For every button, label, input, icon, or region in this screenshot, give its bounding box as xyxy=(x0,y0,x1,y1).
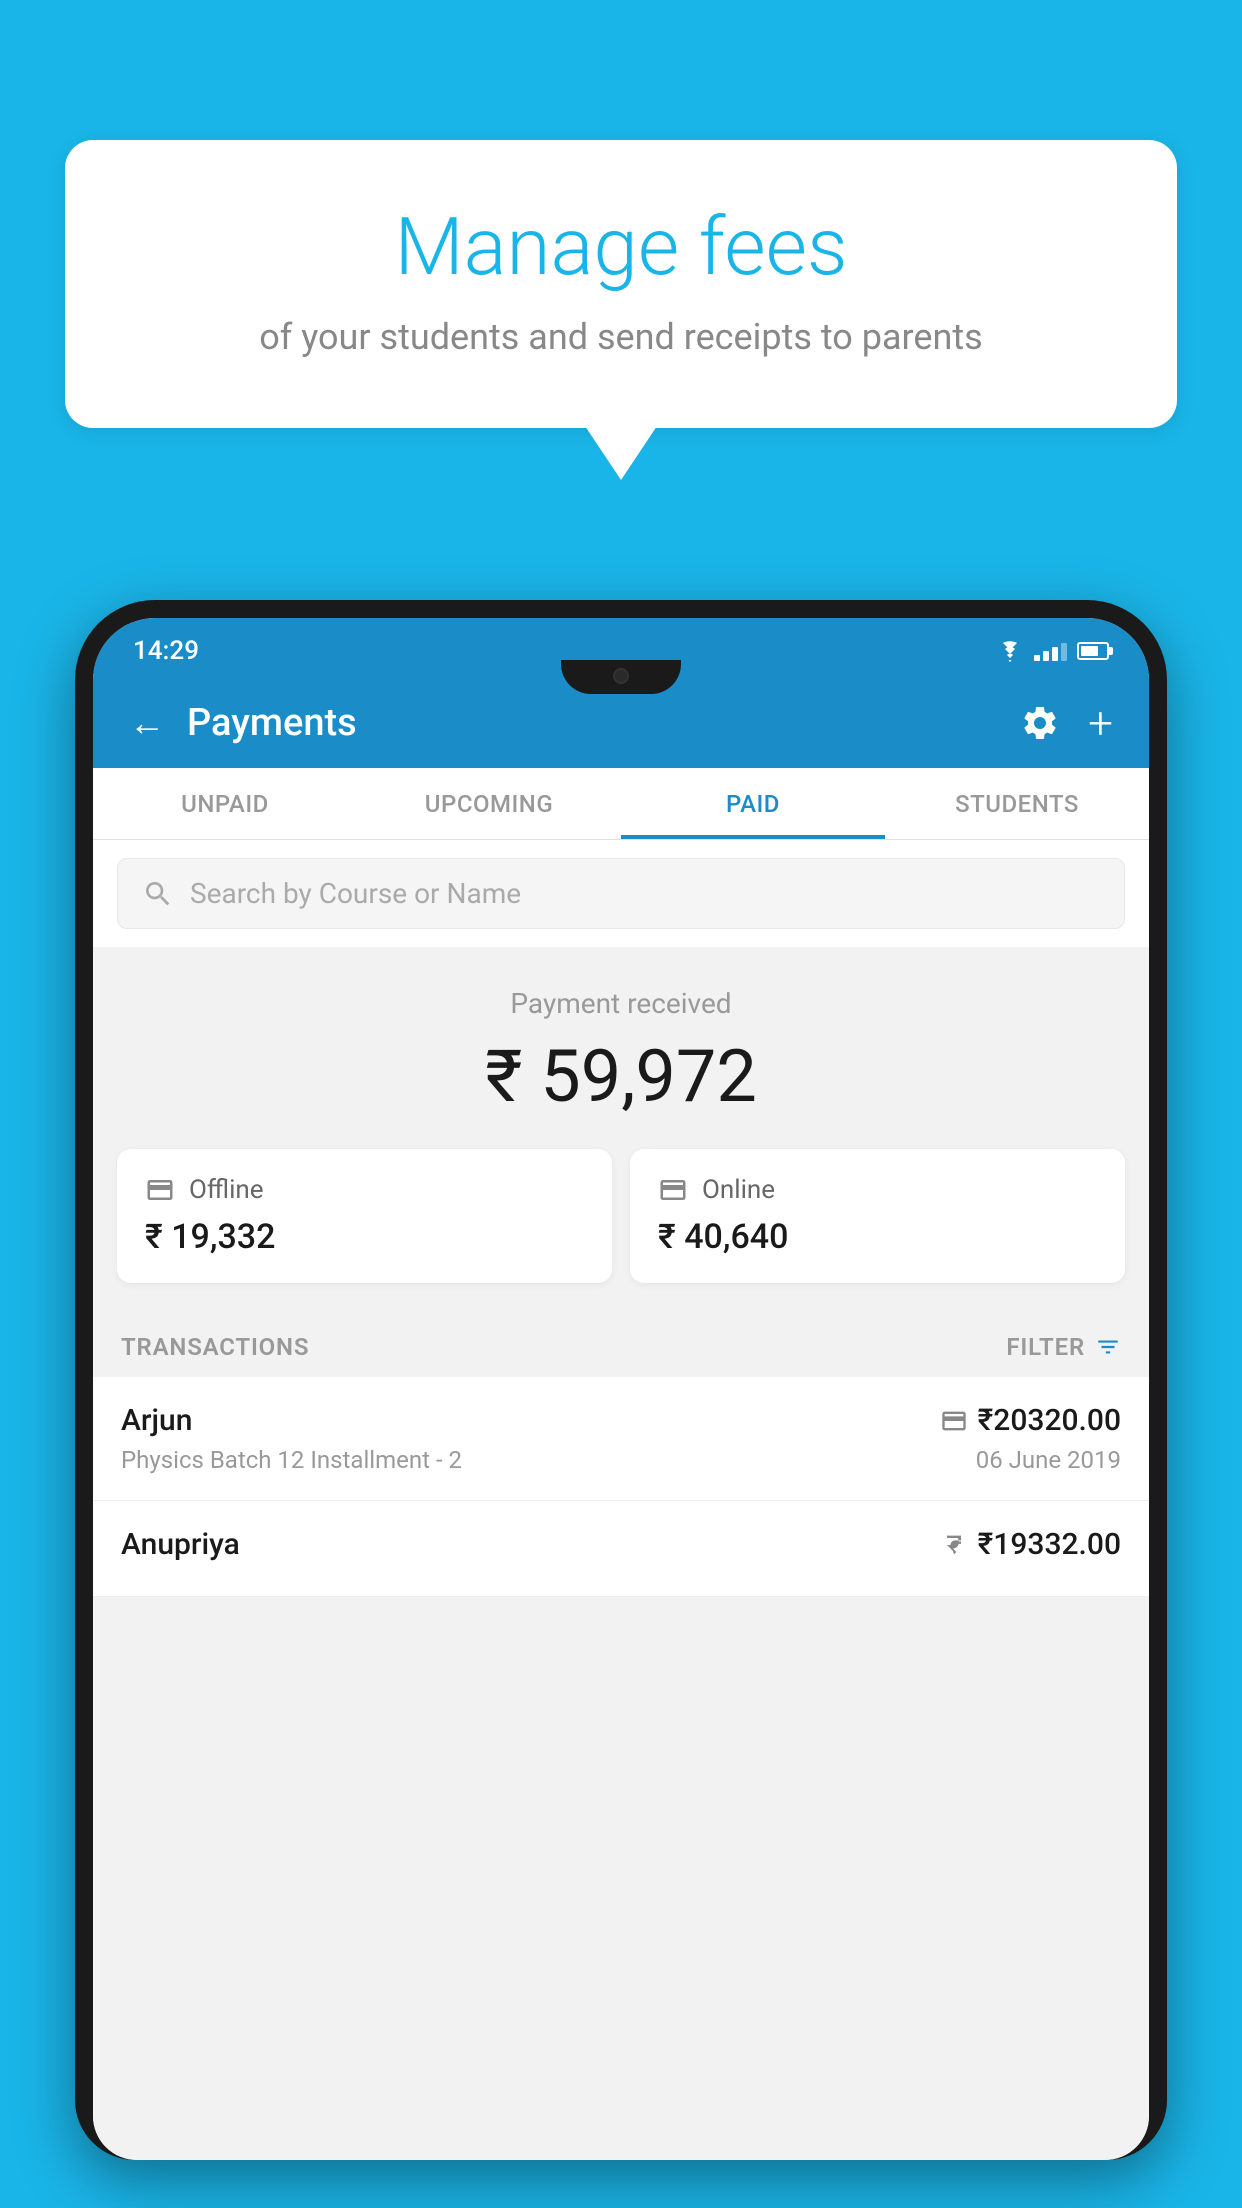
tab-bar: UNPAID UPCOMING PAID STUDENTS xyxy=(93,768,1149,840)
tab-students[interactable]: STUDENTS xyxy=(885,768,1149,839)
payment-amount: ₹ 59,972 xyxy=(93,1034,1149,1119)
transaction-top: Anupriya ₹19332.00 xyxy=(121,1527,1121,1562)
transaction-amount-container: ₹20320.00 xyxy=(940,1403,1121,1438)
online-card-header: Online xyxy=(658,1175,1097,1205)
transaction-amount: ₹19332.00 xyxy=(978,1527,1121,1562)
speech-bubble-subtitle: of your students and send receipts to pa… xyxy=(145,316,1097,358)
offline-icon xyxy=(145,1175,175,1205)
status-icons xyxy=(996,640,1109,662)
filter-icon xyxy=(1095,1334,1121,1360)
transaction-top: Arjun ₹20320.00 xyxy=(121,1403,1121,1438)
offline-amount: ₹ 19,332 xyxy=(145,1217,584,1257)
transaction-amount: ₹20320.00 xyxy=(978,1403,1121,1438)
header-title: Payments xyxy=(187,701,357,745)
header-right: + xyxy=(1020,697,1113,749)
header-left: ← Payments xyxy=(129,701,357,745)
search-bar[interactable]: Search by Course or Name xyxy=(117,858,1125,929)
content-area: Search by Course or Name Payment receive… xyxy=(93,840,1149,2160)
tab-unpaid[interactable]: UNPAID xyxy=(93,768,357,839)
transaction-type-icon xyxy=(940,1531,968,1559)
phone-frame: 14:29 xyxy=(75,600,1167,2160)
filter-container[interactable]: FILTER xyxy=(1006,1333,1121,1361)
phone-container: 14:29 xyxy=(75,600,1167,2208)
online-icon xyxy=(658,1175,688,1205)
battery-icon xyxy=(1077,642,1109,660)
offline-payment-card: Offline ₹ 19,332 xyxy=(117,1149,612,1283)
transactions-label: TRANSACTIONS xyxy=(121,1333,309,1361)
transaction-bottom: Physics Batch 12 Installment - 2 06 June… xyxy=(121,1446,1121,1474)
speech-bubble-container: Manage fees of your students and send re… xyxy=(65,140,1177,428)
back-button[interactable]: ← xyxy=(129,702,165,744)
payment-cards: Offline ₹ 19,332 Online ₹ 4 xyxy=(93,1149,1149,1313)
transaction-row[interactable]: Anupriya ₹19332.00 xyxy=(93,1501,1149,1597)
offline-card-header: Offline xyxy=(145,1175,584,1205)
transaction-date: 06 June 2019 xyxy=(976,1446,1121,1474)
online-amount: ₹ 40,640 xyxy=(658,1217,1097,1257)
transaction-row[interactable]: Arjun ₹20320.00 Physics Batch 12 Install… xyxy=(93,1377,1149,1501)
status-time: 14:29 xyxy=(133,636,199,666)
filter-label: FILTER xyxy=(1006,1333,1085,1361)
transaction-name: Arjun xyxy=(121,1403,192,1438)
camera xyxy=(613,668,629,684)
speech-bubble-title: Manage fees xyxy=(145,200,1097,294)
speech-bubble: Manage fees of your students and send re… xyxy=(65,140,1177,428)
wifi-icon xyxy=(996,640,1024,662)
gear-icon[interactable] xyxy=(1020,703,1060,743)
tab-upcoming[interactable]: UPCOMING xyxy=(357,768,621,839)
search-bar-container: Search by Course or Name xyxy=(93,840,1149,947)
transactions-header: TRANSACTIONS FILTER xyxy=(93,1313,1149,1377)
transaction-type-icon xyxy=(940,1407,968,1435)
transaction-course: Physics Batch 12 Installment - 2 xyxy=(121,1446,462,1474)
search-icon xyxy=(142,878,174,910)
payment-received-section: Payment received ₹ 59,972 xyxy=(93,947,1149,1149)
payment-received-label: Payment received xyxy=(93,987,1149,1020)
online-payment-card: Online ₹ 40,640 xyxy=(630,1149,1125,1283)
phone-notch xyxy=(561,660,681,694)
signal-icon xyxy=(1034,641,1067,661)
transaction-name: Anupriya xyxy=(121,1527,240,1562)
phone-screen: 14:29 xyxy=(93,618,1149,2160)
search-placeholder: Search by Course or Name xyxy=(190,877,521,910)
add-button[interactable]: + xyxy=(1088,697,1113,749)
transaction-amount-container: ₹19332.00 xyxy=(940,1527,1121,1562)
online-label: Online xyxy=(702,1175,775,1205)
offline-label: Offline xyxy=(189,1175,264,1205)
tab-paid[interactable]: PAID xyxy=(621,768,885,839)
